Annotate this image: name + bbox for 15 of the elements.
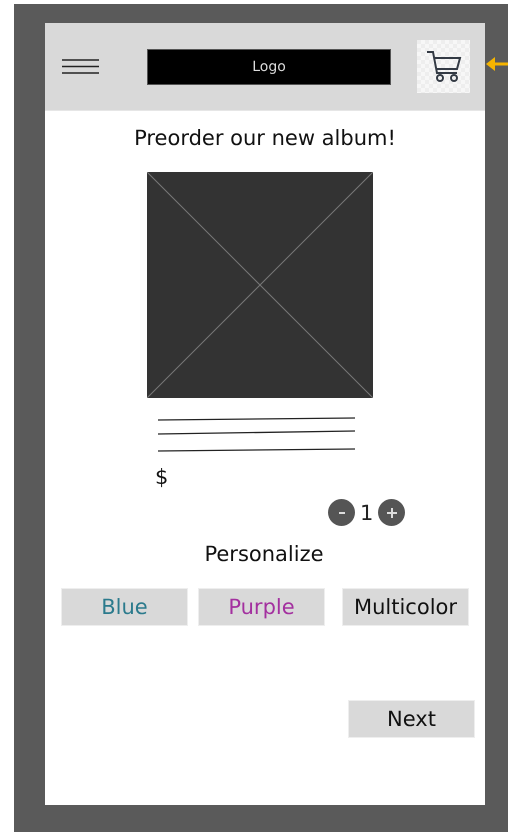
decrease-button[interactable] [328,499,355,526]
price-label: $ [155,465,170,489]
cart-icon [426,50,462,84]
color-option-button[interactable]: Multicolor [342,588,469,626]
color-option-button[interactable]: Purple [198,588,325,626]
increase-button[interactable] [378,499,406,526]
quantity-value: 1 [360,500,374,524]
menu-icon[interactable] [62,58,99,75]
next-button[interactable]: Next [348,700,475,738]
section-heading: Personalize [203,542,325,566]
arrow-icon [486,57,508,71]
logo: Logo [147,48,391,84]
page-title: Preorder our new album! [133,126,397,150]
cart-button[interactable] [417,40,470,93]
plus-icon [384,506,399,520]
